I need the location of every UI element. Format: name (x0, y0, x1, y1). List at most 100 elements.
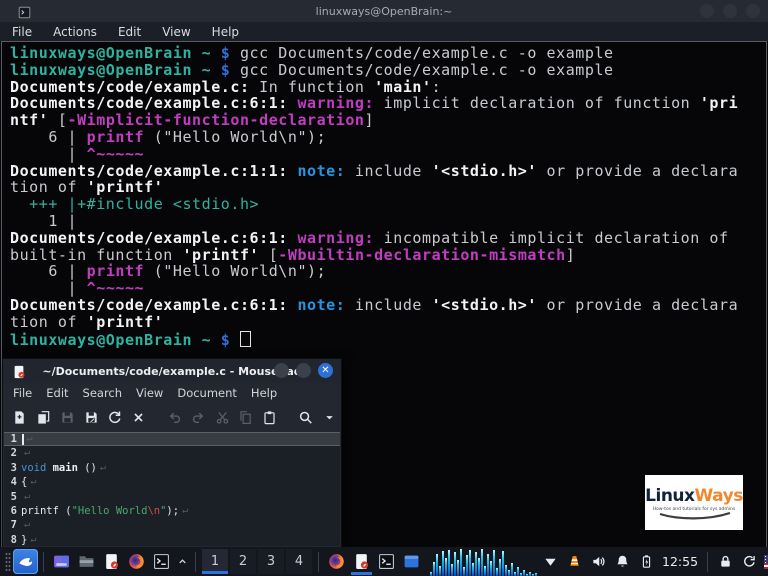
linuxways-brand-secondary: Ways (694, 485, 744, 506)
redo-button[interactable] (186, 405, 210, 429)
logout-icon (743, 555, 755, 567)
terminal-menu-view[interactable]: View (162, 25, 190, 39)
cut-button[interactable] (210, 405, 234, 429)
spectrum-bar (523, 569, 525, 576)
panel-grip-left[interactable] (5, 551, 11, 572)
tray-vlc-icon[interactable] (562, 549, 586, 575)
mousepad-menu-document[interactable]: Document (177, 386, 237, 400)
clock[interactable]: 12:55 (662, 554, 698, 569)
terminal-line: linuxways@OpenBrain ~ $ (10, 330, 766, 349)
terminal-text-segment: : (431, 77, 442, 96)
close-tab-icon (134, 412, 143, 422)
terminal-text-segment: In function (249, 77, 375, 96)
keyboard-layout-us-flag-icon[interactable] (764, 554, 768, 569)
terminal-text-segment: ~ (192, 330, 221, 349)
spectrum-bar (457, 559, 459, 576)
task-mousepad-button[interactable] (349, 549, 374, 575)
editor-line-6[interactable]: 6 printf ("Hello World \n "); ↵ (4, 504, 340, 518)
code-segment: printf ( (21, 504, 72, 517)
editor-line-3[interactable]: 3 void main () ↵ (4, 461, 340, 475)
terminal-menu-help[interactable]: Help (212, 25, 239, 39)
editor-line-1[interactable]: 1 ↵ (4, 432, 340, 447)
mousepad-menu-help[interactable]: Help (251, 386, 277, 400)
close-tab-button[interactable] (127, 405, 151, 429)
spectrum-bar (442, 550, 444, 576)
terminal-text-segment: $ (220, 60, 240, 79)
mousepad-close-button[interactable]: ✕ (318, 363, 333, 378)
copy-icon (240, 410, 252, 424)
terminal-line: Documents/code/example.c:6:1: note: incl… (10, 297, 766, 314)
new-file-button[interactable] (8, 405, 32, 429)
menu-caret-button[interactable] (317, 405, 341, 429)
editor-line-8[interactable]: 8} ↵ (4, 533, 340, 546)
editor-line-7[interactable]: 7 ↵ (4, 518, 340, 532)
workspace-2[interactable]: 2 (230, 549, 256, 574)
quicklaunch-expand-button[interactable] (174, 549, 190, 575)
save-as-button[interactable] (79, 405, 103, 429)
terminal-line: 6 | printf ("Hello World\n"); (10, 129, 766, 146)
terminal-titlebar[interactable]: linuxways@OpenBrain:~ (0, 0, 768, 22)
mousepad-editor[interactable]: 1 ↵ 2 ↵ 3 void main () ↵ 4{↵ 5 ↵ 6 printf ("Hello W… (4, 432, 340, 546)
mousepad-menu-edit[interactable]: Edit (46, 386, 68, 400)
quicklaunch-show-desktop-button[interactable] (49, 549, 74, 575)
open-button[interactable] (32, 405, 56, 429)
quicklaunch-file-manager-button[interactable] (74, 549, 99, 575)
reload-button[interactable] (103, 405, 127, 429)
paste-icon (264, 410, 275, 424)
terminal-menu-file[interactable]: File (12, 25, 32, 39)
tray-battery-icon[interactable] (634, 549, 658, 575)
quicklaunch-terminal-button[interactable] (149, 549, 174, 575)
task-window-button[interactable] (399, 549, 424, 575)
find-button[interactable] (293, 405, 317, 429)
editor-line-4[interactable]: 4 {↵ (4, 475, 340, 489)
terminal-close-button[interactable] (746, 4, 760, 18)
editor-line-5[interactable]: 5 ↵ (4, 490, 340, 504)
tray-volume-icon[interactable] (586, 549, 610, 575)
newline-symbol: ↵ (30, 533, 37, 545)
terminal-text-segment: 'printf' (182, 245, 260, 264)
tray-icons (538, 549, 658, 575)
spectrum-bar (532, 573, 534, 576)
logout-button[interactable] (737, 549, 761, 575)
lock-button[interactable] (713, 549, 737, 575)
terminal-text-segment: gcc Documents/code/example.c -o example (239, 60, 614, 79)
quicklaunch-firefox-button[interactable] (124, 549, 149, 575)
mousepad-titlebar[interactable]: ~/Documents/code/example.c - Mousepad ✕ (3, 359, 341, 383)
vlc-icon (569, 556, 579, 566)
terminal-text-segment: warning: (297, 94, 375, 113)
task-firefox-button[interactable] (324, 549, 349, 575)
mousepad-menu-file[interactable]: File (13, 386, 32, 400)
open-icon (38, 410, 50, 424)
editor-line-2[interactable]: 2 ↵ (4, 446, 340, 460)
workspace-1[interactable]: 1 (202, 549, 228, 574)
copy-button[interactable] (234, 405, 258, 429)
tray-notifications-icon[interactable] (610, 549, 634, 575)
terminal-line: tion of 'printf' (10, 313, 766, 331)
spectrum-bar (520, 572, 522, 576)
terminal-menu-edit[interactable]: Edit (118, 25, 141, 39)
line-number: 6 (10, 504, 17, 517)
tray-network-icon[interactable] (538, 549, 562, 575)
undo-button[interactable] (163, 405, 187, 429)
system-tray: 12:55 (538, 549, 768, 575)
terminal-menu-actions[interactable]: Actions (53, 25, 97, 39)
quicklaunch-mousepad-button[interactable] (99, 549, 124, 575)
workspace-3[interactable]: 3 (258, 549, 284, 574)
kali-menu-button[interactable] (13, 549, 38, 574)
task-terminal-button[interactable] (374, 549, 399, 575)
spectrum-bar (454, 551, 456, 576)
terminal-maximize-button[interactable] (723, 4, 737, 18)
mousepad-minimize-button[interactable] (274, 363, 289, 378)
spectrum-bar (475, 551, 477, 576)
save-button[interactable] (56, 405, 80, 429)
mousepad-maximize-button[interactable] (296, 363, 311, 378)
workspace-4[interactable]: 4 (286, 549, 312, 574)
mousepad-menu-search[interactable]: Search (83, 386, 123, 400)
paste-button[interactable] (258, 405, 282, 429)
spectrum-bar (448, 549, 450, 576)
mousepad-menu-view[interactable]: View (136, 386, 163, 400)
terminal-minimize-button[interactable] (700, 4, 714, 18)
